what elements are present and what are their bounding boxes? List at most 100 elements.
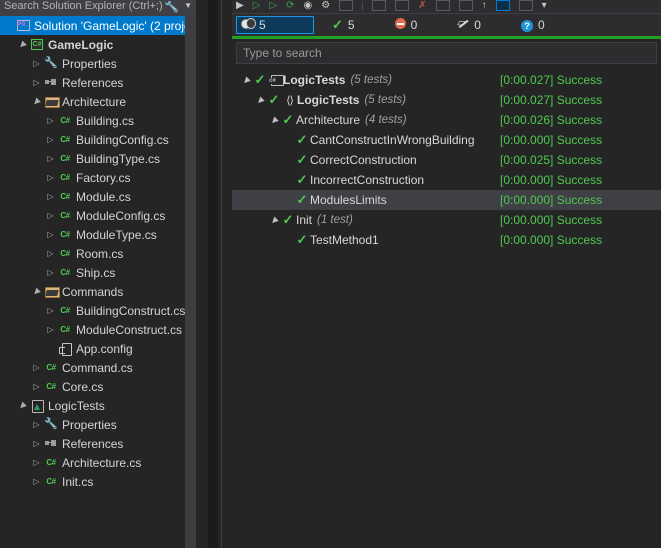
repeat-icon[interactable]: ⟳ [286, 0, 294, 11]
solution-tree-item[interactable]: ▷ C# Command.cs [0, 358, 196, 377]
test-result-row[interactable]: ✓ CantConstructInWrongBuilding [0:00.000] … [232, 130, 661, 150]
expander-collapsed-icon[interactable]: ▷ [45, 192, 56, 201]
csharp-file-icon: C# [60, 268, 70, 277]
expander-collapsed-icon[interactable]: ▷ [45, 173, 56, 182]
csharp-file-icon: C# [60, 306, 70, 315]
more-icon[interactable]: ▾ [542, 0, 547, 11]
csharp-file-icon: C# [46, 363, 56, 372]
csharp-project-icon: C# [30, 39, 44, 50]
expander-collapsed-icon[interactable]: ▷ [31, 363, 42, 372]
test-result-row[interactable]: ◀✓LogicTests(5 tests)[0:00.027] Success [232, 70, 661, 90]
expander-collapsed-icon[interactable]: ▷ [31, 78, 42, 87]
solution-explorer-scrollbar[interactable] [185, 16, 196, 548]
expander-collapsed-icon[interactable]: ▷ [45, 325, 56, 334]
columns-icon[interactable] [458, 0, 473, 11]
status-notrun-tests[interactable]: ? 0 [517, 16, 551, 34]
expander-collapsed-icon[interactable]: ▷ [31, 59, 42, 68]
expand-icon[interactable] [518, 0, 533, 11]
references-icon [42, 79, 60, 86]
test-result-row[interactable]: ✓ TestMethod1 [0:00.000] Success [232, 230, 661, 250]
solution-tree-item[interactable]: ▷ C# Module.cs [0, 187, 196, 206]
solution-tree-item[interactable]: App.config [0, 339, 196, 358]
solution-tree-item[interactable]: ▷ C# Ship.cs [0, 263, 196, 282]
run-icon[interactable]: ▷ [253, 0, 261, 11]
expander-collapsed-icon[interactable]: ▷ [45, 230, 56, 239]
solution-tree-item[interactable]: ▷ References [0, 434, 196, 453]
playlist-icon[interactable] [435, 0, 450, 11]
clear-icon[interactable]: ✗ [418, 0, 426, 11]
list-icon[interactable] [395, 0, 410, 11]
test-result-row[interactable]: ✓ ModulesLimits [0:00.000] Success [232, 190, 661, 210]
expander-collapsed-icon[interactable]: ▷ [45, 154, 56, 163]
solution-tree-item[interactable]: ▷ C# Room.cs [0, 244, 196, 263]
solution-tree-item[interactable]: ▷ C# Init.cs [0, 472, 196, 491]
solution-tree-item[interactable]: ▷ C# ModuleType.cs [0, 225, 196, 244]
test-duration-status: [0:00.000] Success [500, 193, 603, 207]
status-all-tests[interactable]: 5 [236, 16, 314, 34]
expander-collapsed-icon[interactable]: ▷ [45, 268, 56, 277]
expander-collapsed-icon[interactable]: ▷ [45, 135, 56, 144]
run-all-icon[interactable]: ▶ [236, 0, 244, 11]
test-name-label: Architecture [296, 113, 361, 127]
status-failed-tests[interactable]: 0 [391, 16, 424, 34]
solution-tree-item[interactable]: ▷ C# ModuleConfig.cs [0, 206, 196, 225]
solution-tree-item[interactable]: ▷ C# ModuleConstruct.cs [0, 320, 196, 339]
expander-collapsed-icon[interactable]: ▷ [31, 420, 42, 429]
solution-tree-item[interactable]: ◀ Commands [0, 282, 196, 301]
test-run-progress-bar [232, 36, 661, 39]
test-result-row[interactable]: ◀ ✓ Init (1 test) [0:00.000] Success [232, 210, 661, 230]
run-dropdown-icon[interactable]: ▷ [269, 0, 277, 11]
expander-collapsed-icon[interactable]: ▷ [31, 458, 42, 467]
expander-collapsed-icon[interactable]: ▷ [45, 211, 56, 220]
solution-tree-item[interactable]: ▷ C# BuildingConfig.cs [0, 130, 196, 149]
expander-collapsed-icon[interactable]: ▷ [31, 439, 42, 448]
solution-tree-item[interactable]: ▷ 🔧 Properties [0, 54, 196, 73]
output-icon[interactable]: ↑ [482, 0, 487, 11]
solution-tree-item[interactable]: ▷ C# Factory.cs [0, 168, 196, 187]
test-result-row[interactable]: ✓ CorrectConstruction [0:00.025] Success [232, 150, 661, 170]
solution-tree-item[interactable]: ▷ C# BuildingConstruct.cs [0, 301, 196, 320]
expander-collapsed-icon[interactable]: ▷ [45, 306, 56, 315]
chevron-down-icon[interactable]: ▼ [184, 1, 192, 10]
test-name-label: IncorrectConstruction [310, 173, 425, 187]
panel-icon[interactable] [495, 0, 510, 11]
test-result-row[interactable]: ✓ IncorrectConstruction [0:00.000] Success [232, 170, 661, 190]
expander-collapsed-icon[interactable]: ▷ [31, 477, 42, 486]
status-count-value: 0 [474, 18, 481, 32]
solution-explorer-search[interactable]: Search Solution Explorer (Ctrl+;) 🔧 ▼ [0, 0, 196, 16]
solution-tree-item[interactable]: Solution 'GameLogic' (2 project [0, 16, 196, 35]
test-results-tree[interactable]: ◀✓LogicTests(5 tests)[0:00.027] Success◀… [232, 64, 661, 548]
expander-collapsed-icon[interactable]: ▷ [45, 116, 56, 125]
expander-collapsed-icon[interactable]: ▷ [31, 382, 42, 391]
solution-tree-item-label: ModuleConstruct.cs [76, 322, 183, 337]
test-duration-status: [0:00.026] Success [500, 113, 603, 127]
wrench-icon[interactable]: 🔧 [164, 1, 179, 13]
test-passed-check-icon: ✓ [254, 72, 266, 87]
assembly-icon [268, 74, 284, 86]
solution-tree-item-label: Init.cs [62, 474, 94, 489]
test-explorer-pane: ▶ ▷ ▷ ⟳ ◉ ⚙ ✗ ↑ ▾ 5✓500?0 Type [232, 0, 661, 548]
all-tests-icon [241, 18, 256, 32]
solution-tree-item[interactable]: ▷ C# BuildingType.cs [0, 149, 196, 168]
expander-collapsed-icon[interactable]: ▷ [45, 249, 56, 258]
group-icon[interactable] [372, 0, 387, 11]
test-search-box[interactable]: Type to search [236, 42, 657, 64]
pane-splitter[interactable] [196, 0, 232, 548]
status-passed-tests[interactable]: ✓ 5 [328, 16, 361, 34]
csharp-file-icon: C# [60, 173, 70, 182]
solution-tree-item[interactable]: ◀ C# GameLogic [0, 35, 196, 54]
test-result-row[interactable]: ◀ ✓ Architecture (4 tests) [0:00.026] Succes… [232, 110, 661, 130]
solution-tree-item[interactable]: ◀ LogicTests [0, 396, 196, 415]
settings-icon[interactable]: ⚙ [321, 0, 330, 11]
solution-tree[interactable]: Solution 'GameLogic' (2 project◀C#GameLo… [0, 16, 196, 548]
solution-tree-item[interactable]: ▷ References [0, 73, 196, 92]
solution-tree-item[interactable]: ▷ C# Core.cs [0, 377, 196, 396]
stop-icon[interactable] [339, 0, 354, 11]
status-skipped-tests[interactable]: 0 [453, 16, 487, 34]
debug-icon[interactable]: ◉ [304, 0, 313, 11]
test-result-row[interactable]: ◀ ✓ ⟨⟩ LogicTests (5 tests) [0:00.027] Succes… [232, 90, 661, 110]
solution-tree-item[interactable]: ▷ 🔧 Properties [0, 415, 196, 434]
solution-tree-item[interactable]: ◀ Architecture [0, 92, 196, 111]
solution-tree-item[interactable]: ▷ C# Building.cs [0, 111, 196, 130]
solution-tree-item[interactable]: ▷ C# Architecture.cs [0, 453, 196, 472]
